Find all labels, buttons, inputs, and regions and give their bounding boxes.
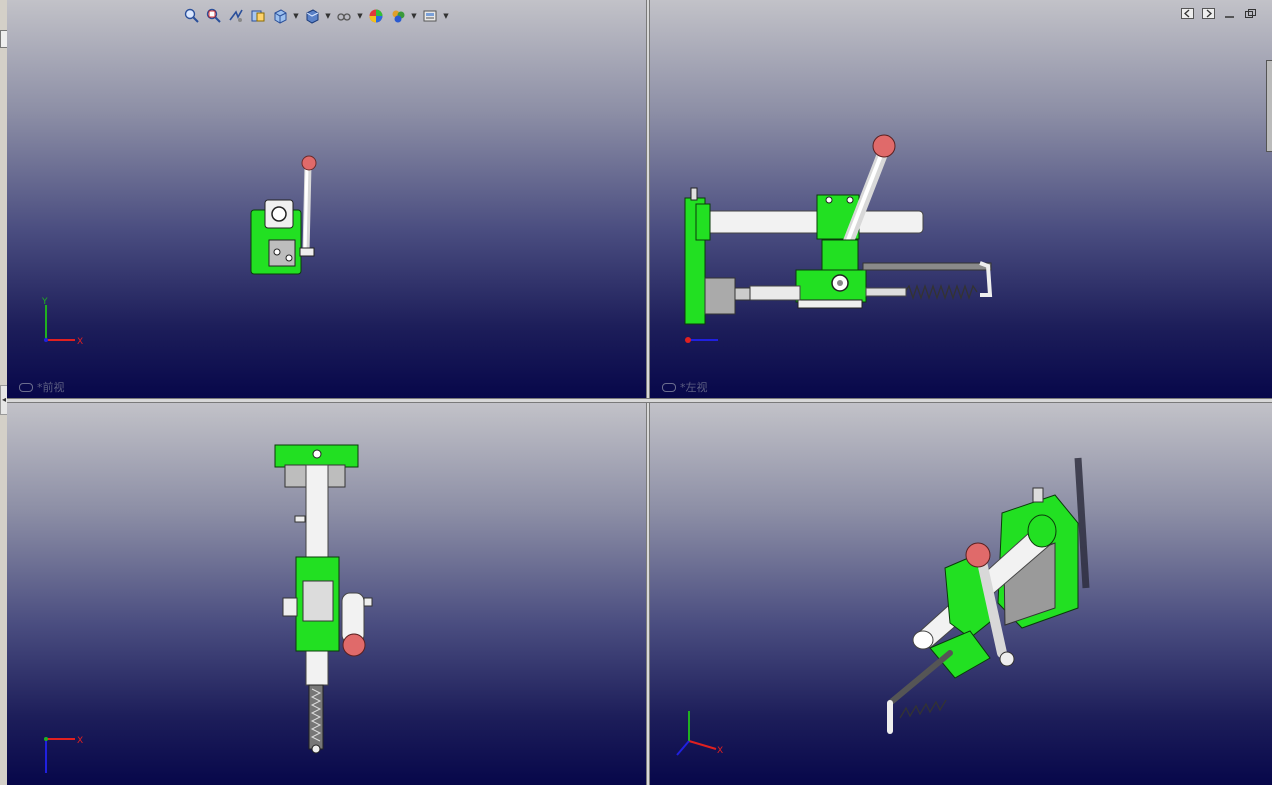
motor-block bbox=[704, 277, 736, 315]
triad-x-label: X bbox=[77, 736, 83, 746]
main-shaft bbox=[704, 210, 924, 234]
left-view-graphics bbox=[684, 134, 993, 343]
top-view-graphics: X bbox=[44, 444, 373, 773]
task-pane-tab[interactable] bbox=[1266, 60, 1272, 152]
isometric-view-graphics: X bbox=[676, 457, 1090, 756]
side-plate-bolt bbox=[690, 187, 698, 201]
lever-knob bbox=[872, 134, 896, 158]
coordinate-triad bbox=[685, 337, 718, 343]
iso-lever-shadow bbox=[1074, 457, 1090, 589]
horizontal-split-bar[interactable] bbox=[7, 398, 1272, 403]
front-mechanism bbox=[268, 239, 296, 267]
slide-rail bbox=[797, 299, 863, 309]
front-view-graphics: X Y bbox=[41, 155, 317, 347]
front-pin bbox=[273, 248, 281, 256]
iso-spring bbox=[899, 699, 947, 719]
front-bore bbox=[271, 206, 287, 222]
return-rod bbox=[862, 262, 992, 271]
view-label-front: *前视 bbox=[19, 379, 65, 395]
view-label-left: *左视 bbox=[662, 379, 708, 395]
triad-x-label: X bbox=[717, 746, 723, 756]
spring-guide bbox=[865, 287, 907, 297]
iso-lever-knob bbox=[965, 542, 991, 568]
coordinate-triad bbox=[44, 737, 75, 773]
viewport-top[interactable]: X bbox=[7, 403, 646, 785]
side-bolt-left bbox=[282, 597, 298, 617]
link-views-icon[interactable] bbox=[19, 382, 33, 392]
shaft-left-collar bbox=[695, 203, 711, 241]
view-name-left: *左视 bbox=[680, 381, 708, 394]
viewport-front[interactable]: ▼ ▼ ▼ ▼ ▼ X Y *前视 bbox=[7, 0, 646, 398]
triad-x-label: X bbox=[77, 337, 83, 347]
iso-rod bbox=[887, 650, 953, 706]
gear-rack bbox=[749, 285, 801, 301]
vertical-split-bar[interactable] bbox=[646, 0, 650, 785]
lever-rod-highlight bbox=[303, 164, 309, 253]
viewport-left[interactable]: *左视 bbox=[650, 0, 1272, 398]
lower-slide-block bbox=[795, 269, 867, 303]
coordinate-triad bbox=[44, 305, 75, 342]
link-views-icon[interactable] bbox=[662, 382, 676, 392]
lever-knob bbox=[301, 155, 317, 171]
compression-spring bbox=[904, 283, 978, 301]
lever-knob bbox=[342, 633, 366, 657]
triad-y-label: Y bbox=[41, 297, 48, 307]
viewport-isometric[interactable]: X bbox=[650, 403, 1272, 785]
link-bracket bbox=[821, 239, 859, 271]
view-name-front: *前视 bbox=[37, 381, 65, 394]
front-pin-2 bbox=[285, 254, 293, 262]
coordinate-triad bbox=[676, 711, 717, 756]
front-handle-mount bbox=[299, 247, 315, 257]
